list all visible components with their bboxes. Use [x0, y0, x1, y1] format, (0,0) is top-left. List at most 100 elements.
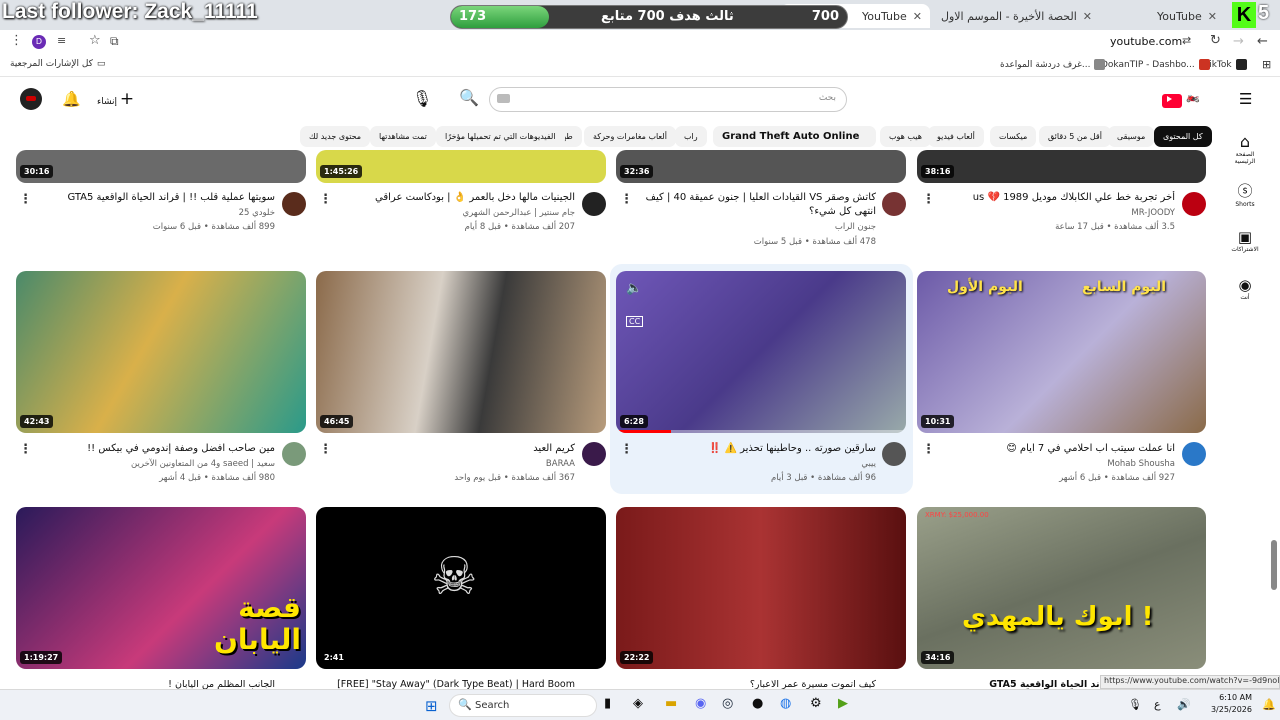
steam-icon[interactable]: ◎ — [722, 696, 733, 711]
apps-grid-icon[interactable]: ⊞ — [1262, 58, 1271, 71]
channel-avatar[interactable] — [882, 442, 906, 466]
video-title[interactable]: كاتش وصقر VS القيادات العليا | جنون عميق… — [636, 191, 876, 220]
close-tab-icon[interactable]: ✕ — [1208, 10, 1217, 23]
account-avatar[interactable] — [20, 88, 42, 110]
voice-search-icon[interactable]: 🎙 — [412, 89, 432, 108]
discord-icon[interactable]: ◉ — [695, 696, 706, 711]
more-options-icon[interactable]: ⋮ — [620, 442, 633, 457]
close-tab-icon[interactable]: ✕ — [913, 10, 922, 23]
video-title[interactable]: كريم العيد — [335, 442, 575, 457]
chip-under-5[interactable]: أقل من 5 دقائق — [1039, 126, 1111, 147]
video-title[interactable]: سويتها عملية قلب !! | قراند الحياة الواق… — [35, 191, 275, 206]
chip-action-adventure[interactable]: ألعاب مغامرات وحركة — [584, 126, 676, 147]
chip-recently-uploaded[interactable]: الفيديوهات التي تم تحميلها مؤخرًا — [436, 126, 565, 147]
video-thumbnail[interactable]: قصة اليابان 1:19:27 — [16, 507, 306, 669]
chip-mixes[interactable]: ميكسات — [990, 126, 1037, 147]
chip-gta-online[interactable]: Grand Theft Auto Online — [713, 126, 869, 147]
all-bookmarks[interactable]: كل الإشارات المرجعية ▭ — [10, 59, 105, 69]
channel-avatar[interactable] — [1182, 192, 1206, 216]
reload-icon[interactable]: ↻ — [1210, 33, 1221, 48]
video-title[interactable]: الجينيات مالها دخل بالعمر 👌 | بودكاست عر… — [335, 191, 575, 206]
send-to-device-icon[interactable]: ⧉ — [110, 34, 119, 49]
settings-icon[interactable]: ⚙ — [810, 696, 822, 711]
profile-avatar[interactable]: D — [32, 35, 46, 49]
bookmark-star-icon[interactable]: ☆ — [89, 33, 101, 48]
file-explorer-icon[interactable]: ▬ — [665, 696, 677, 711]
chip-watched[interactable]: تمت مشاهدتها — [370, 126, 436, 147]
chip-music[interactable]: موسيقى — [1108, 126, 1155, 147]
clock-time[interactable]: 6:10 AM — [1204, 693, 1252, 702]
chip-all[interactable]: كل المحتوى — [1154, 126, 1212, 147]
forward-icon[interactable]: → — [1233, 34, 1244, 49]
bookmark-tiktok[interactable]: TikTok — [1204, 59, 1247, 70]
chrome-icon[interactable]: ◍ — [780, 696, 791, 711]
site-settings-icon[interactable]: ⇄ — [1182, 34, 1191, 47]
bookmark-dokantip[interactable]: DokanTIP - Dashbo... — [1101, 59, 1210, 70]
video-thumbnail-playing[interactable]: 🔈 CC 6:28 — [616, 271, 906, 433]
video-title[interactable]: أخر تجربة خط علي الكابلاك موديل 1989 💔 u… — [935, 191, 1175, 206]
video-thumbnail[interactable]: 32:36 — [616, 150, 906, 183]
more-options-icon[interactable]: ⋮ — [19, 442, 32, 457]
browser-menu-icon[interactable]: ⋮ — [10, 33, 23, 48]
guide-you[interactable]: ◉ أنت — [1225, 276, 1265, 301]
language-indicator[interactable]: ع — [1154, 698, 1161, 711]
more-options-icon[interactable]: ⋮ — [620, 192, 633, 207]
hamburger-menu-icon[interactable]: ☰ — [1239, 90, 1252, 108]
notifications-icon[interactable]: 🔔 — [62, 90, 81, 108]
video-thumbnail[interactable]: ☠ 2:41 — [316, 507, 606, 669]
keyboard-icon[interactable] — [497, 94, 510, 103]
channel-name[interactable]: جنون الراب — [636, 222, 876, 232]
mute-icon[interactable]: 🔈 — [626, 281, 642, 296]
browser-tab[interactable]: ✕ الحصة الأخيرة - الموسم الاول - 3 — [940, 4, 1100, 28]
channel-avatar[interactable] — [1182, 442, 1206, 466]
more-options-icon[interactable]: ⋮ — [319, 192, 332, 207]
chip-video-games[interactable]: ألعاب فيديو — [928, 126, 984, 147]
video-title[interactable]: مين صاحب افضل وصفة إندومي في بيكس !! — [35, 442, 275, 457]
progress-track[interactable] — [616, 430, 906, 433]
clock-date[interactable]: 3/25/2026 — [1204, 705, 1252, 714]
captions-icon[interactable]: CC — [626, 316, 644, 327]
video-thumbnail[interactable]: 1:45:26 — [316, 150, 606, 183]
more-options-icon[interactable]: ⋮ — [922, 442, 935, 457]
notification-icon[interactable]: 🔔 — [1262, 698, 1276, 711]
channel-avatar[interactable] — [582, 442, 606, 466]
video-thumbnail[interactable]: XRMY: $25,000.00 ابوك يالمهدي ! 34:16 — [917, 507, 1206, 669]
channel-name[interactable]: سعيد | saeed و4 من المتعاونين الآخرين — [35, 459, 275, 469]
more-options-icon[interactable]: ⋮ — [922, 192, 935, 207]
page-scrollbar[interactable] — [1271, 540, 1277, 590]
video-thumbnail[interactable]: 38:16 — [917, 150, 1206, 183]
channel-name[interactable]: خلودي 25 — [35, 208, 275, 218]
video-thumbnail[interactable]: 22:22 — [616, 507, 906, 669]
video-thumbnail[interactable]: 42:43 — [16, 271, 306, 433]
video-title[interactable]: انا عملت سيتب اب احلامي في 7 ايام 😊 — [935, 442, 1175, 457]
url-text[interactable]: youtube.com — [1110, 35, 1182, 48]
taskbar-search[interactable]: 🔍 Search — [449, 694, 597, 717]
bookmark-chat[interactable]: غرف دردشة المواعدة... — [1000, 59, 1106, 70]
chip-hiphop[interactable]: هيب هوب — [880, 126, 931, 147]
channel-name[interactable]: Mohab Shousha — [935, 459, 1175, 469]
channel-avatar[interactable] — [582, 192, 606, 216]
guide-subscriptions[interactable]: ▣ الاشتراكات — [1225, 228, 1265, 253]
more-options-icon[interactable]: ⋮ — [319, 442, 332, 457]
channel-name[interactable]: جام سنتير | عبدالرحمن الشهري — [335, 208, 575, 218]
channel-avatar[interactable] — [882, 192, 906, 216]
browser-tab[interactable]: ✕ YouTube — [1105, 4, 1225, 28]
video-thumbnail[interactable]: 46:45 — [316, 271, 606, 433]
channel-avatar[interactable] — [282, 192, 306, 216]
channel-avatar[interactable] — [282, 442, 306, 466]
chip-rap[interactable]: راب — [675, 126, 707, 147]
search-icon[interactable]: 🔍 — [459, 88, 479, 107]
channel-name[interactable]: ييبي — [636, 459, 876, 469]
video-thumbnail[interactable]: 30:16 — [16, 150, 306, 183]
back-icon[interactable]: ← — [1257, 34, 1268, 49]
task-view-icon[interactable]: ▮ — [604, 696, 611, 711]
video-thumbnail[interactable]: اليوم الأول اليوم السابع 10:31 — [917, 271, 1206, 433]
volume-icon[interactable]: 🔊 — [1177, 698, 1191, 711]
playlist-icon[interactable]: ≡ — [57, 34, 66, 47]
youtube-logo-icon[interactable] — [1162, 94, 1182, 108]
chip-new-to-you[interactable]: محتوى جديد لك — [300, 126, 371, 147]
windows-start-icon[interactable]: ⊞ — [425, 697, 438, 715]
video-title[interactable]: سارقين صورته .. وحاطينها تحذير ⚠️ ‼️ — [636, 442, 876, 457]
app-icon[interactable]: ▶ — [838, 696, 848, 711]
microphone-icon[interactable]: 🎙 — [1128, 698, 1142, 711]
